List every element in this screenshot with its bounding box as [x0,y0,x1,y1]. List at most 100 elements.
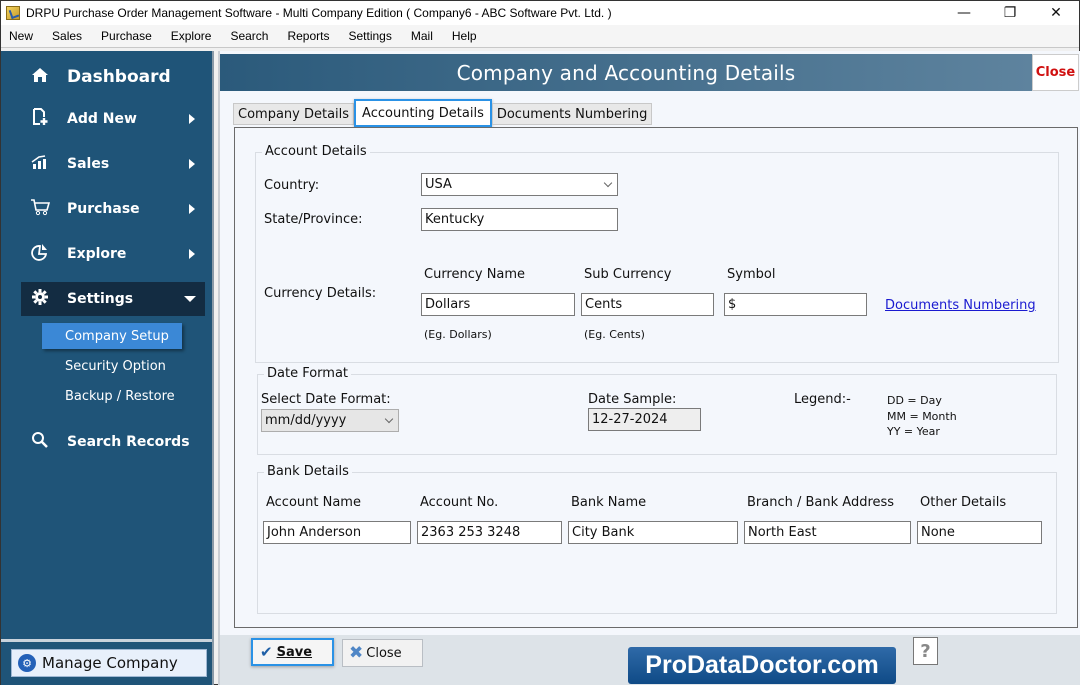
currency-name-hint: (Eg. Dollars) [424,328,492,341]
app-window: DRPU Purchase Order Management Software … [0,0,1080,685]
sidebar-item-dashboard[interactable]: Dashboard [1,61,214,93]
close-x-icon: ✖ [349,643,364,663]
search-icon [29,431,51,453]
account-name-label: Account Name [266,495,361,510]
menu-sales[interactable]: Sales [51,29,83,43]
sidebar-item-label: Settings [67,291,134,307]
accounting-details-panel: Account Details Country: USA State/Provi… [234,127,1078,628]
account-no-label: Account No. [420,495,499,510]
date-format-legend: Date Format [264,366,352,381]
sub-currency-input[interactable]: Cents [581,293,714,316]
header-close-button[interactable]: Close [1032,54,1079,91]
sub-currency-label: Sub Currency [584,267,672,282]
state-label: State/Province: [264,212,363,227]
save-label: Save [276,644,313,660]
documents-numbering-link[interactable]: Documents Numbering [885,298,1036,313]
maximize-button[interactable]: ❐ [987,1,1033,25]
sales-chart-icon [29,154,51,174]
app-icon [6,6,20,20]
date-format-group: Date Format Select Date Format: mm/dd/yy… [257,366,1057,455]
home-icon [29,67,51,87]
gear-icon [29,288,51,310]
menu-explore[interactable]: Explore [170,29,213,43]
sub-currency-hint: (Eg. Cents) [584,328,645,341]
date-sample-field: 12-27-2024 [588,408,701,431]
main-panel: Company and Accounting Details Close Com… [218,51,1080,685]
brand-logo: ProDataDoctor.com [628,647,896,684]
pie-chart-icon [29,243,51,265]
sidebar-item-settings[interactable]: Settings [21,282,205,316]
bank-name-label: Bank Name [571,495,647,510]
symbol-input[interactable]: $ [724,293,867,316]
bank-details-legend: Bank Details [264,464,352,479]
chevron-right-icon [189,114,195,124]
menu-mail[interactable]: Mail [410,29,434,43]
footer-bar: ✔ Save ✖ Close ProDataDoctor.com ? [220,635,1080,685]
cart-icon [29,198,51,220]
sidebar-subitem-security-option[interactable]: Security Option [42,353,182,379]
sidebar-item-label: Sales [67,156,110,172]
country-value: USA [425,177,452,192]
chevron-right-icon [189,249,195,259]
title-bar: DRPU Purchase Order Management Software … [1,1,1079,25]
menu-search[interactable]: Search [229,29,269,43]
add-document-icon [29,108,51,130]
minimize-button[interactable]: — [941,1,987,25]
sidebar-item-label: Add New [67,111,137,127]
state-input[interactable]: Kentucky [421,208,618,231]
bank-name-input[interactable]: City Bank [568,521,738,544]
page-title: Company and Accounting Details [456,60,796,85]
other-details-label: Other Details [920,495,1007,510]
legend-day: DD = Day [887,394,942,407]
sidebar-item-sales[interactable]: Sales [21,147,205,181]
account-no-input[interactable]: 2363 253 3248 [417,521,562,544]
sidebar-item-search-records[interactable]: Search Records [21,425,205,459]
tab-company-details[interactable]: Company Details [233,103,355,125]
manage-company-area: ⚙ Manage Company [1,639,212,685]
sidebar-item-explore[interactable]: Explore [21,237,205,271]
menu-reports[interactable]: Reports [286,29,330,43]
chevron-down-icon [384,414,394,424]
country-select[interactable]: USA [421,173,618,196]
legend-label: Legend:- [794,392,851,407]
sidebar-item-add-new[interactable]: Add New [21,102,205,136]
account-details-legend: Account Details [262,144,370,159]
date-format-select[interactable]: mm/dd/yyyy [261,409,399,432]
manage-company-button[interactable]: ⚙ Manage Company [11,649,207,677]
page-header: Company and Accounting Details [220,54,1032,91]
save-button[interactable]: ✔ Save [251,638,334,666]
check-icon: ✔ [260,643,273,661]
currency-details-label: Currency Details: [264,286,377,301]
menu-new[interactable]: New [8,29,34,43]
branch-address-label: Branch / Bank Address [747,495,895,510]
close-label: Close [366,645,402,661]
other-details-input[interactable]: None [917,521,1042,544]
branch-address-input[interactable]: North East [744,521,911,544]
close-button[interactable]: ✖ Close [342,639,423,667]
date-sample-label: Date Sample: [588,392,677,407]
legend-month: MM = Month [887,410,957,423]
sidebar-subitem-backup-restore[interactable]: Backup / Restore [42,383,182,409]
manage-company-label: Manage Company [42,654,178,672]
currency-name-label: Currency Name [424,267,526,282]
account-details-group: Account Details Country: USA State/Provi… [255,144,1059,363]
tab-documents-numbering[interactable]: Documents Numbering [491,103,653,125]
menu-settings[interactable]: Settings [348,29,393,43]
menu-purchase[interactable]: Purchase [100,29,153,43]
window-title: DRPU Purchase Order Management Software … [26,6,612,20]
tab-accounting-details[interactable]: Accounting Details [354,99,492,127]
sidebar-item-label: Purchase [67,201,140,217]
select-date-format-label: Select Date Format: [261,392,391,407]
sidebar-subitem-company-setup[interactable]: Company Setup [42,323,182,349]
currency-name-input[interactable]: Dollars [421,293,575,316]
close-window-button[interactable]: ✕ [1033,1,1079,25]
menu-help[interactable]: Help [451,29,478,43]
sidebar: Dashboard Add New Sales Purchase Explore… [1,51,214,685]
gear-icon: ⚙ [18,654,36,672]
account-name-input[interactable]: John Anderson [263,521,411,544]
sidebar-item-label: Explore [67,246,127,262]
help-button[interactable]: ? [913,637,938,665]
chevron-down-icon [184,296,196,302]
date-format-value: mm/dd/yyyy [265,413,347,428]
sidebar-item-purchase[interactable]: Purchase [21,192,205,226]
